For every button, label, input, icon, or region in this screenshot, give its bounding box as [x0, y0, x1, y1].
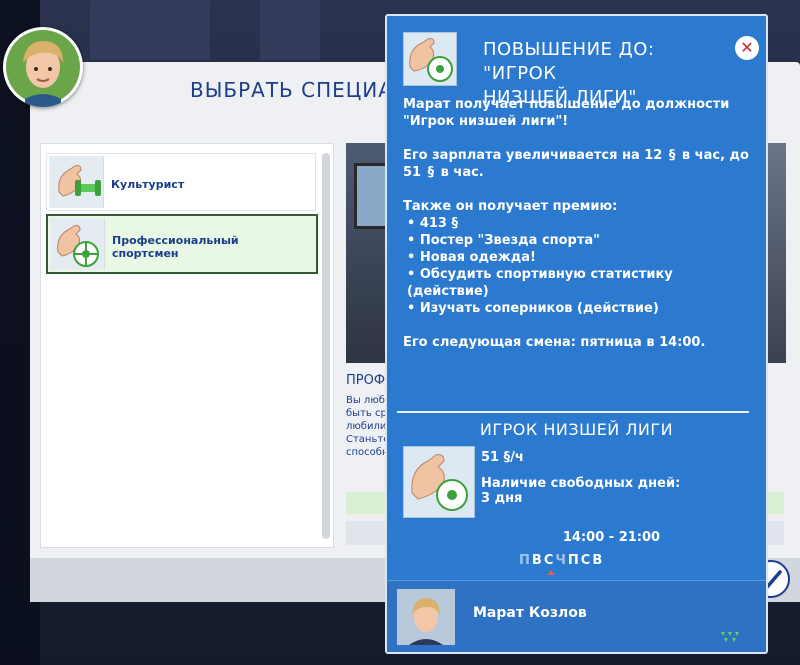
simoleon-icon: § [668, 148, 676, 163]
list-item-bodybuilder[interactable]: Культурист [46, 153, 316, 211]
divider [397, 411, 749, 413]
day-label: Ч [555, 553, 567, 568]
popup-footer: Марат Козлов [387, 580, 766, 652]
promotion-popup: ПОВЫШЕНИЕ ДО: "ИГРОК НИЗШЕЙ ЛИГИ" ✕ Мара… [385, 14, 768, 654]
sim-avatar [397, 589, 455, 645]
day-label: С [580, 553, 592, 568]
sim-portrait-icon [397, 589, 455, 645]
close-button[interactable]: ✕ [735, 36, 759, 60]
preview-image-right [766, 143, 786, 363]
days-off: Наличие свободных дней: 3 дня [481, 476, 681, 506]
list-item-label: Профессиональный спортсмен [112, 234, 239, 260]
work-hours: 14:00 - 21:00 [562, 530, 661, 545]
bodybuilder-icon [49, 156, 104, 208]
hourly-salary: 51 §/ч [481, 450, 524, 465]
list-item-pro-athlete[interactable]: Профессиональный спортсмен [46, 214, 318, 274]
day-label: П [519, 553, 531, 568]
sim-avatar[interactable] [3, 27, 83, 107]
day-label-today: С [543, 553, 555, 575]
day-label: В [531, 553, 543, 568]
career-level-title: ИГРОК НИЗШЕЙ ЛИГИ [479, 420, 674, 439]
day-label: П [567, 553, 580, 568]
close-icon: ✕ [740, 38, 754, 57]
athlete-icon [50, 218, 105, 270]
promotion-message: Марат получает повышение до должности "И… [403, 97, 749, 350]
athlete-icon [403, 32, 457, 86]
preview-title: ПРОФ [346, 373, 386, 388]
athlete-icon [403, 446, 475, 518]
sim-portrait-icon [6, 30, 80, 107]
day-label: В [592, 553, 604, 568]
plumbob-icon [719, 629, 741, 649]
sim-name: Марат Козлов [473, 605, 587, 621]
work-days: ПВСЧПСВ [519, 553, 604, 575]
list-item-label: Культурист [111, 178, 185, 191]
background-detail [90, 0, 210, 60]
background-detail [260, 0, 320, 60]
simoleon-icon: § [427, 165, 435, 180]
list-scrollbar[interactable] [322, 153, 330, 539]
